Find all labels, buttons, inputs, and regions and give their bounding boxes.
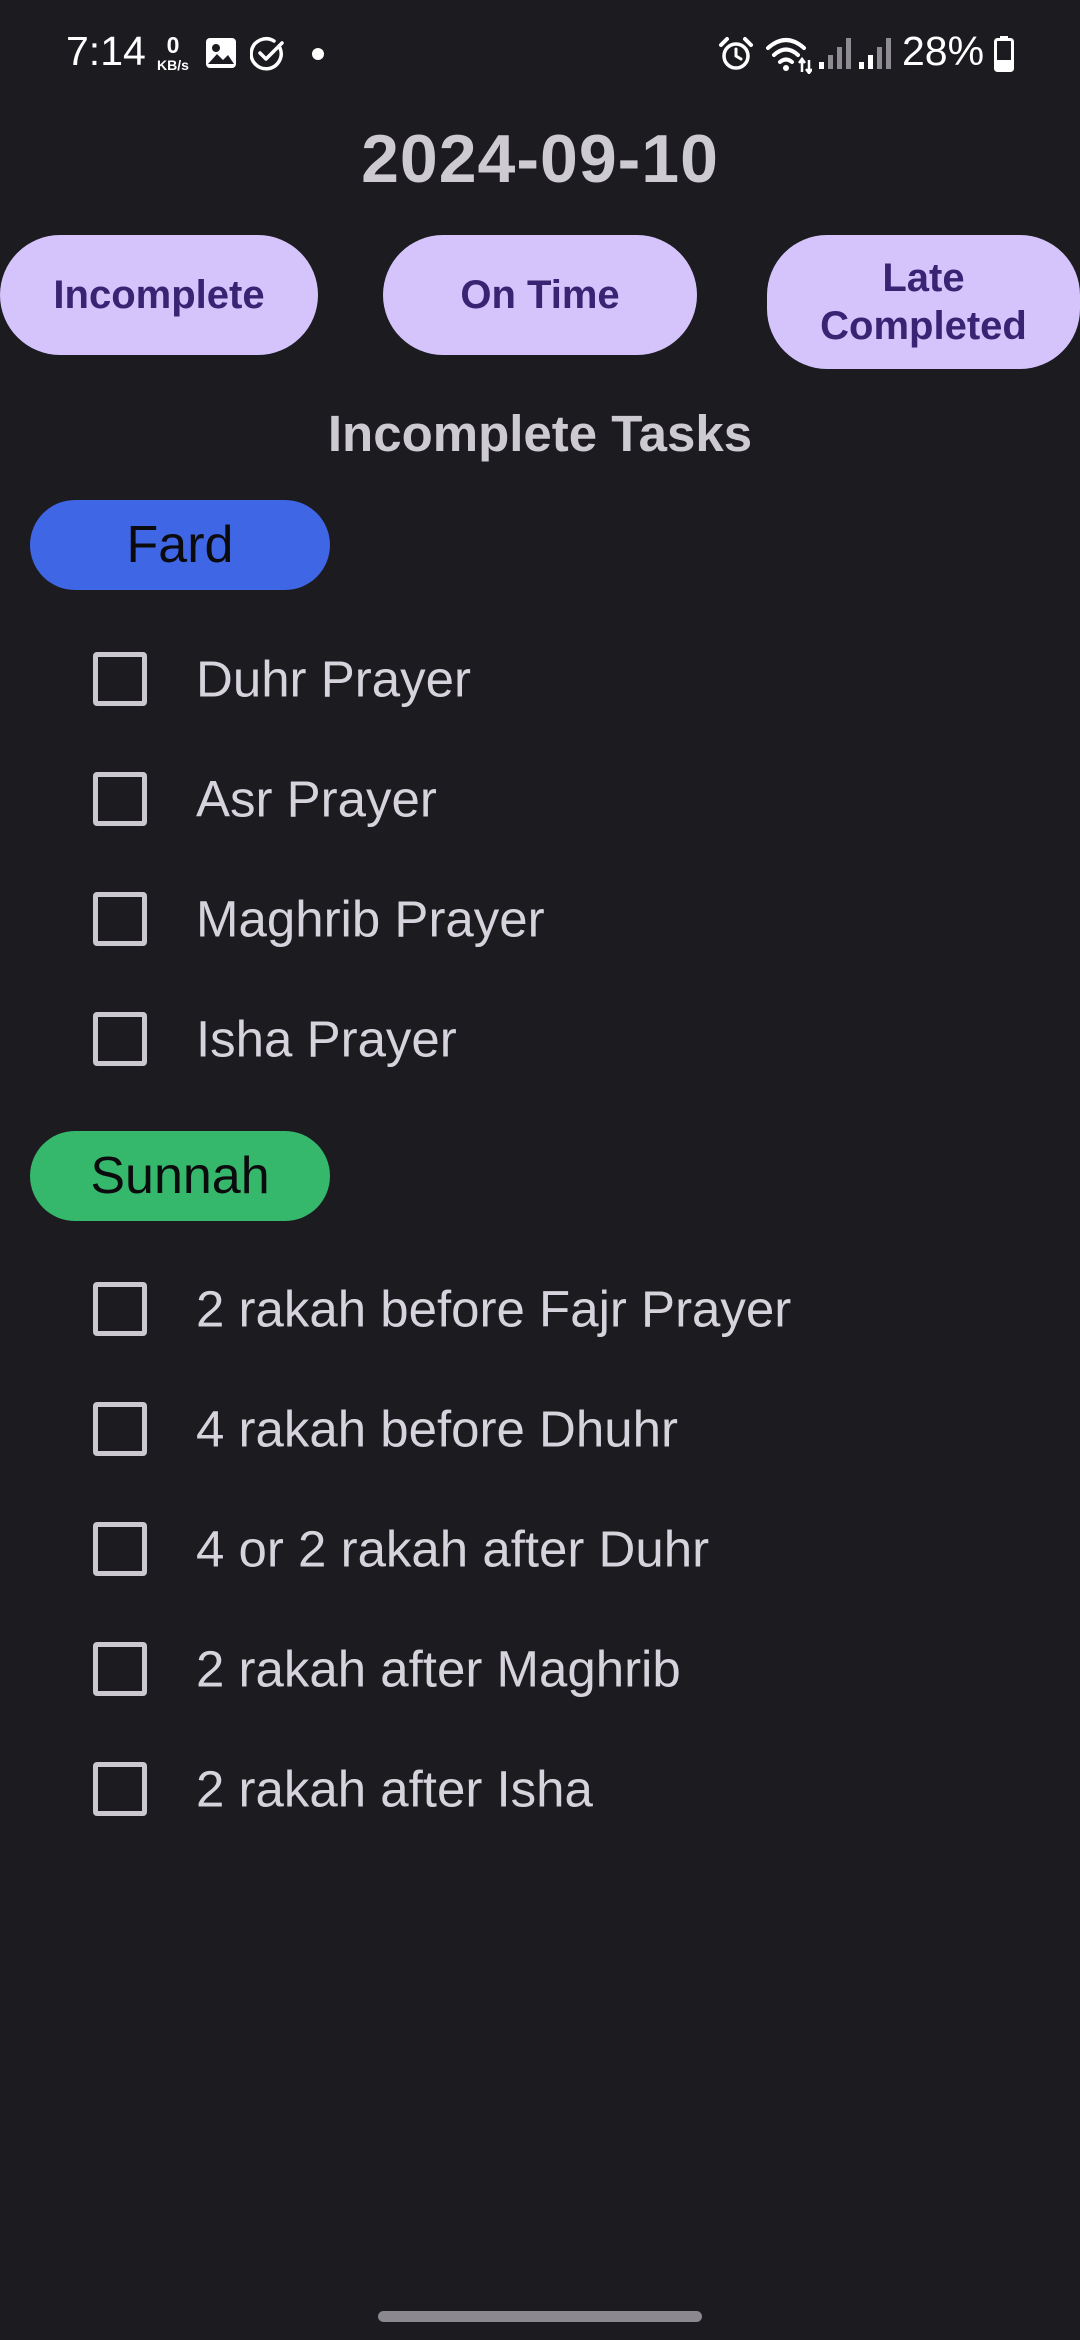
late-completed-filter-label-line1: Late: [882, 256, 965, 300]
task-checkbox[interactable]: [93, 1762, 147, 1816]
task-label: Duhr Prayer: [196, 650, 471, 708]
task-checkbox[interactable]: [93, 1402, 147, 1456]
task-label: Isha Prayer: [196, 1010, 457, 1068]
task-checkbox[interactable]: [93, 1522, 147, 1576]
alarm-icon: [719, 37, 753, 70]
status-bar: 7:14 0 KB/s 28%: [0, 0, 1080, 108]
task-label: 4 rakah before Dhuhr: [196, 1400, 678, 1458]
task-row[interactable]: 2 rakah after Maghrib: [0, 1614, 1080, 1724]
task-checkbox[interactable]: [93, 1642, 147, 1696]
task-label: 2 rakah after Isha: [196, 1760, 593, 1818]
section-title: Incomplete Tasks: [327, 405, 753, 462]
task-row[interactable]: 2 rakah before Fajr Prayer: [0, 1254, 1080, 1364]
notification-dot-icon: [312, 48, 324, 60]
incomplete-filter-button[interactable]: Incomplete: [0, 235, 318, 355]
late-completed-filter-button[interactable]: Late Completed: [767, 235, 1080, 369]
task-row[interactable]: Maghrib Prayer: [0, 864, 1080, 974]
task-row[interactable]: 4 or 2 rakah after Duhr: [0, 1494, 1080, 1604]
task-checkbox[interactable]: [93, 772, 147, 826]
sunnah-group-chip: Sunnah: [30, 1131, 330, 1221]
date-title: 2024-09-10: [361, 121, 719, 197]
status-time: 7:14: [66, 28, 146, 74]
task-checkbox[interactable]: [93, 1012, 147, 1066]
network-speed-unit: KB/s: [157, 57, 189, 73]
task-row[interactable]: Isha Prayer: [0, 984, 1080, 1094]
network-speed-value: 0: [166, 32, 180, 58]
task-label: 2 rakah before Fajr Prayer: [196, 1280, 792, 1338]
task-label: 4 or 2 rakah after Duhr: [196, 1520, 710, 1578]
task-label: Asr Prayer: [196, 770, 437, 828]
fard-group-label: Fard: [126, 516, 234, 574]
task-label: 2 rakah after Maghrib: [196, 1640, 681, 1698]
incomplete-filter-label: Incomplete: [53, 273, 265, 317]
task-checkbox[interactable]: [93, 652, 147, 706]
task-row[interactable]: Asr Prayer: [0, 744, 1080, 854]
battery-percent: 28%: [902, 28, 985, 74]
on-time-filter-button[interactable]: On Time: [383, 235, 697, 355]
task-label: Maghrib Prayer: [196, 890, 545, 948]
home-indicator[interactable]: [378, 2311, 702, 2322]
wifi-icon: [766, 38, 812, 74]
task-row[interactable]: 4 rakah before Dhuhr: [0, 1374, 1080, 1484]
network-speed: 0 KB/s: [153, 32, 193, 73]
gallery-icon: [206, 38, 236, 68]
signal-icon: [859, 38, 891, 69]
sunnah-group-label: Sunnah: [90, 1147, 270, 1205]
battery-icon: [994, 36, 1014, 72]
fard-group-chip: Fard: [30, 500, 330, 590]
task-checkbox[interactable]: [93, 1282, 147, 1336]
on-time-filter-label: On Time: [460, 273, 620, 317]
check-circle-icon: [250, 37, 284, 71]
late-completed-filter-label-line2: Completed: [820, 304, 1027, 348]
task-row[interactable]: Duhr Prayer: [0, 624, 1080, 734]
signal-icon: [819, 38, 851, 69]
task-row[interactable]: 2 rakah after Isha: [0, 1734, 1080, 1844]
task-checkbox[interactable]: [93, 892, 147, 946]
